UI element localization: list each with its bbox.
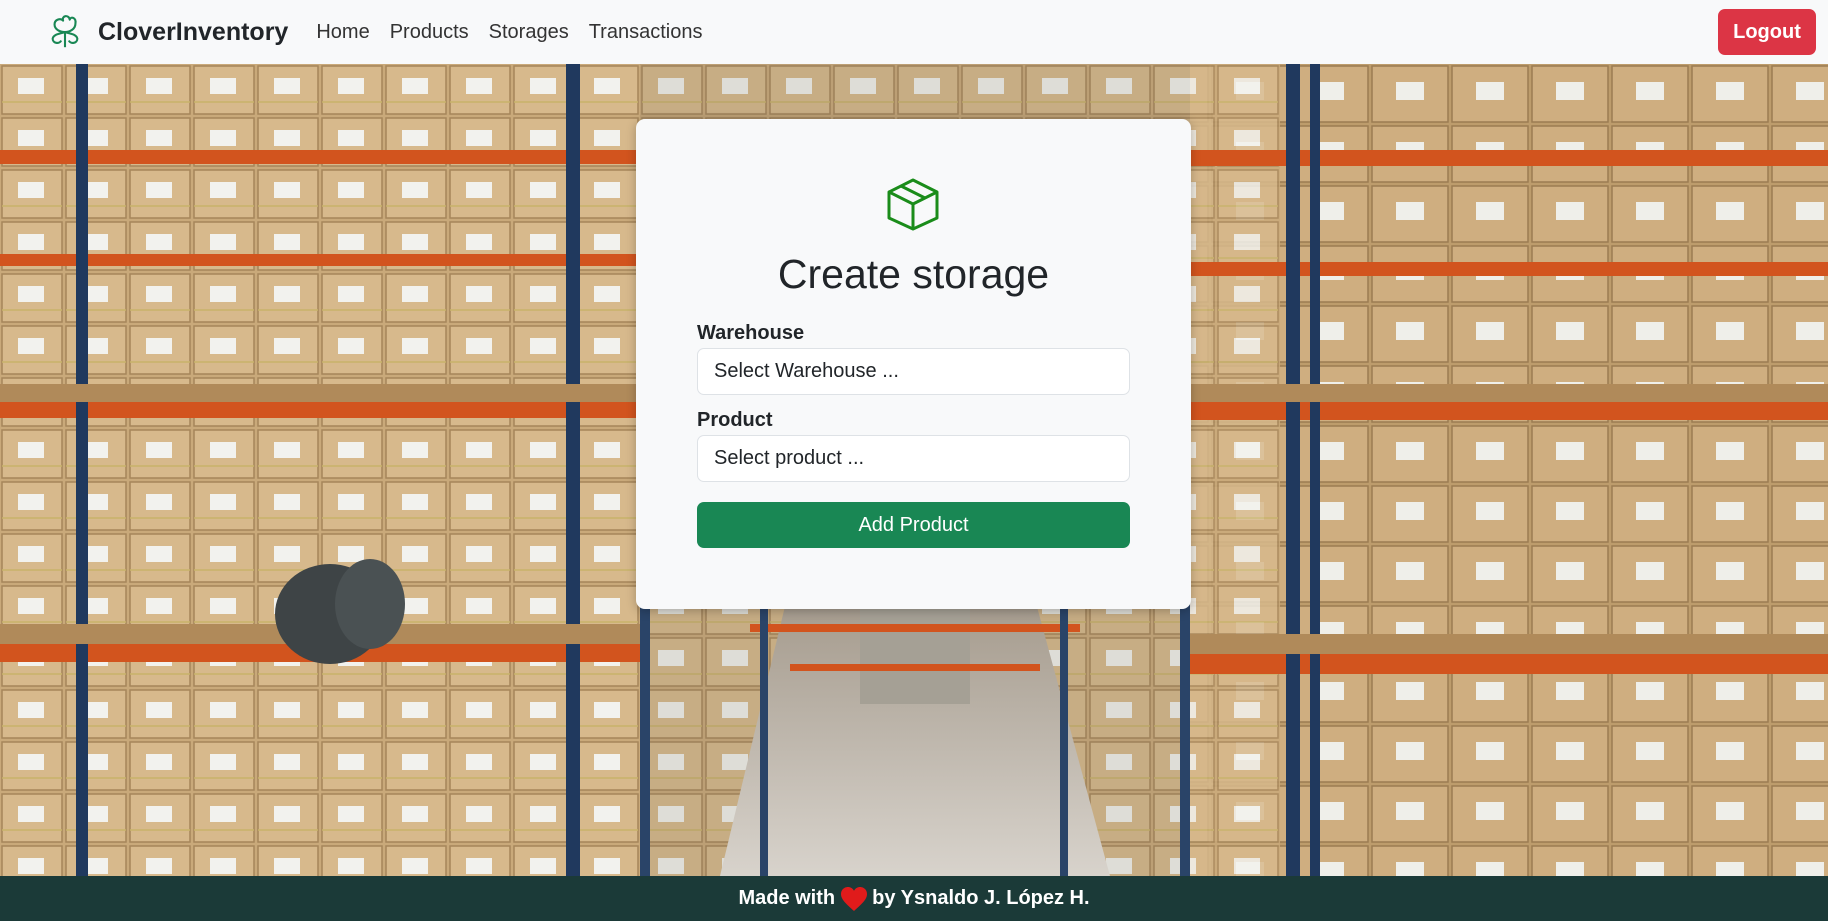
nav-link-storages[interactable]: Storages (489, 21, 569, 44)
navbar: CloverInventory Home Products Storages T… (0, 0, 1828, 64)
logout-button[interactable]: Logout (1718, 9, 1816, 55)
nav-link-products[interactable]: Products (390, 21, 469, 44)
warehouse-select-value: Select Warehouse ... (714, 360, 899, 382)
brand-name: CloverInventory (98, 17, 289, 46)
warehouse-label: Warehouse (697, 322, 805, 344)
product-select[interactable]: Select product ... (697, 435, 1130, 482)
page-title: Create storage (777, 251, 1050, 297)
nav-link-home[interactable]: Home (316, 21, 369, 44)
footer-suffix: by Ysnaldo J. López H. (872, 887, 1090, 909)
clover-icon (51, 15, 79, 48)
nav-link-transactions[interactable]: Transactions (589, 21, 703, 44)
brand-link[interactable]: CloverInventory (46, 13, 288, 51)
heart-icon (841, 886, 868, 911)
create-storage-card: Create storage Warehouse Select Warehous… (636, 119, 1191, 609)
footer-prefix: Made with (738, 887, 836, 909)
footer: Made with by Ysnaldo J. López H. (0, 876, 1828, 921)
warehouse-select[interactable]: Select Warehouse ... (697, 348, 1130, 395)
box-icon (887, 178, 939, 231)
product-select-value: Select product ... (714, 447, 865, 469)
product-label: Product (697, 409, 773, 431)
add-product-button[interactable]: Add Product (697, 502, 1130, 548)
